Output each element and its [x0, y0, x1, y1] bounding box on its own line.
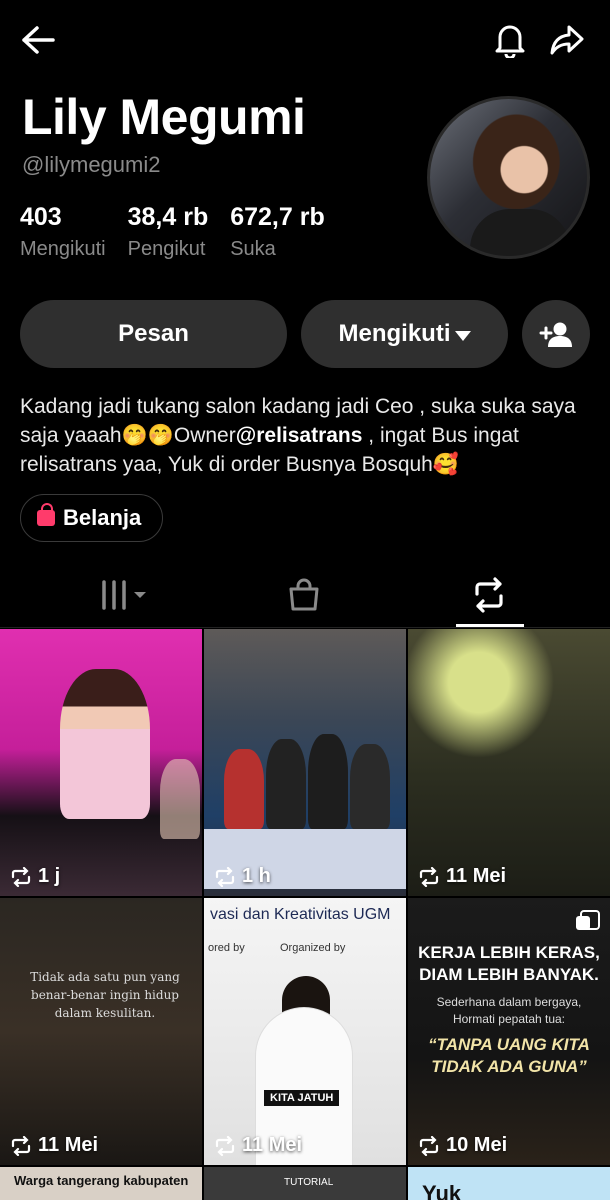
message-button-label: Pesan: [118, 320, 189, 347]
repost-icon: [419, 1135, 439, 1156]
stat-likes[interactable]: 672,7 rb Suka: [230, 203, 325, 261]
profile-stats: 403 Mengikuti 38,4 rb Pengikut 672,7 rb …: [20, 203, 347, 261]
active-tab-indicator: [456, 624, 524, 627]
video-time: 10 Mei: [446, 1134, 508, 1156]
stat-value: 672,7 rb: [230, 203, 325, 231]
group-figure: [350, 744, 390, 829]
shop-button[interactable]: Belanja: [20, 494, 163, 542]
bio-mention-link[interactable]: @relisatrans: [236, 424, 363, 447]
repost-icon: [11, 1135, 31, 1156]
video-thumbnail[interactable]: Warga tangerang kabupaten: [0, 1167, 202, 1200]
profile-bio: Kadang jadi tukang salon kadang jadi Ceo…: [20, 392, 595, 479]
following-button[interactable]: Mengikuti: [301, 300, 508, 368]
video-thumbnail[interactable]: 11 Mei: [408, 629, 610, 896]
video-overlay-text: Warga tangerang kabupaten: [14, 1173, 189, 1188]
video-thumbnail[interactable]: 1 h: [204, 629, 406, 896]
video-meta: 11 Mei: [214, 1134, 302, 1157]
shopping-bag-icon: [289, 578, 319, 611]
tab-shop[interactable]: [244, 562, 364, 628]
repost-icon: [419, 866, 439, 887]
video-time: 11 Mei: [38, 1134, 99, 1156]
stat-label: Pengikut: [127, 238, 206, 260]
following-button-label: Mengikuti: [338, 320, 451, 347]
stat-label: Suka: [230, 238, 276, 260]
profile-name: Lily Megumi: [22, 89, 306, 145]
video-thumbnail[interactable]: TUTORIAL: [204, 1167, 406, 1200]
stat-following[interactable]: 403 Mengikuti: [20, 203, 106, 261]
message-button[interactable]: Pesan: [20, 300, 287, 368]
avatar[interactable]: [427, 96, 590, 259]
video-thumbnail[interactable]: KERJA LEBIH KERAS, DIAM LEBIH BANYAK. Se…: [408, 898, 610, 1165]
video-subtext: Sederhana dalam bergaya, Hormati pepatah…: [436, 995, 582, 1026]
repost-icon: [215, 1135, 235, 1156]
shopping-bag-icon: [37, 503, 55, 526]
video-overlay-text: Tidak ada satu pun yang benar-benar ingi…: [30, 970, 180, 1020]
video-time: 1 h: [242, 865, 271, 887]
top-bar: [0, 0, 610, 80]
group-figure: [224, 749, 264, 829]
video-label-right: Organized by: [280, 942, 346, 954]
video-time: 11 Mei: [446, 865, 507, 887]
background-figure: [160, 759, 200, 839]
add-user-icon: [539, 322, 572, 347]
group-figure: [266, 739, 306, 829]
video-header-text: vasi dan Kreativitas UGM: [210, 906, 391, 923]
shop-button-label: Belanja: [63, 505, 142, 530]
stat-value: 38,4 rb: [127, 203, 209, 231]
stat-value: 403: [20, 203, 62, 231]
multi-photo-icon: [576, 910, 600, 930]
performer-figure: [60, 669, 150, 819]
video-time: 1 j: [38, 865, 61, 887]
video-overlay-text: TUTORIAL: [284, 1177, 334, 1188]
group-figure: [308, 734, 348, 829]
video-meta: 1 h: [214, 865, 271, 888]
repost-icon: [475, 577, 503, 613]
repost-icon: [11, 866, 31, 887]
video-quote: “TANPA UANG KITA TIDAK ADA GUNA”: [428, 1035, 590, 1076]
grid-icon: [102, 580, 146, 610]
tab-reposts[interactable]: [429, 562, 549, 628]
video-overlay-text: Yuk: [422, 1181, 462, 1200]
tab-videos[interactable]: [65, 562, 185, 628]
video-grid: 1 j 1 h 11 Mei Tidak ada satu pun yang b…: [0, 629, 610, 1200]
video-headline: KERJA LEBIH KERAS, DIAM LEBIH BANYAK.: [418, 943, 600, 984]
add-friend-button[interactable]: [522, 300, 590, 368]
video-meta: 11 Mei: [10, 1134, 98, 1157]
video-thumbnail[interactable]: vasi dan Kreativitas UGM ored by Organiz…: [204, 898, 406, 1165]
action-buttons: Pesan Mengikuti: [20, 300, 590, 368]
content-tabs: [0, 562, 610, 628]
chevron-down-icon: [454, 331, 471, 341]
video-meta: 10 Mei: [418, 1134, 507, 1157]
profile-handle: @lilymegumi2: [22, 152, 161, 177]
back-arrow-icon[interactable]: [16, 18, 60, 62]
video-meta: 11 Mei: [418, 865, 506, 888]
avatar-silhouette: [470, 209, 570, 256]
video-thumbnail[interactable]: 1 j: [0, 629, 202, 896]
video-thumbnail[interactable]: Yuk: [408, 1167, 610, 1200]
video-meta: 1 j: [10, 865, 60, 888]
share-icon[interactable]: [545, 18, 589, 62]
video-label-left: ored by: [208, 942, 245, 954]
repost-icon: [215, 866, 235, 887]
bell-icon[interactable]: [488, 18, 532, 62]
video-time: 11 Mei: [242, 1134, 303, 1156]
stat-label: Mengikuti: [20, 238, 106, 260]
video-thumbnail[interactable]: Tidak ada satu pun yang benar-benar ingi…: [0, 898, 202, 1165]
stat-followers[interactable]: 38,4 rb Pengikut: [128, 203, 209, 261]
video-caption: KITA JATUH: [264, 1090, 340, 1106]
